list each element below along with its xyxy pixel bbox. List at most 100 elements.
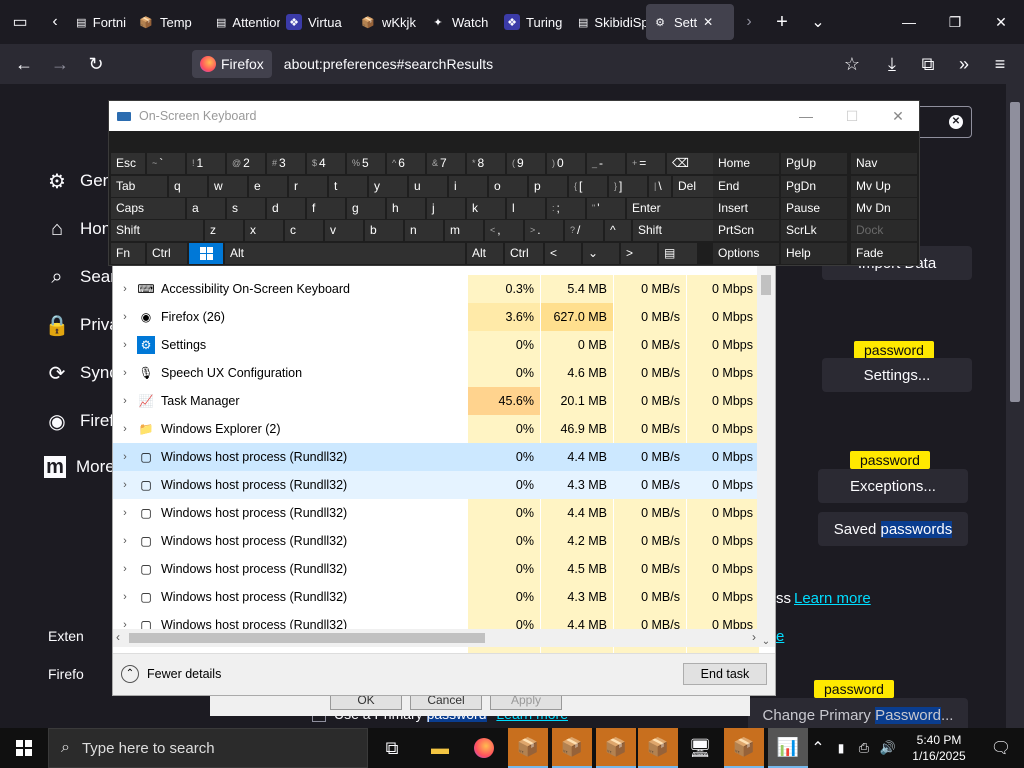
expand-chevron-icon[interactable]: › <box>113 283 137 295</box>
url-bar[interactable]: Firefox about:preferences#searchResults <box>192 48 872 80</box>
osk-key[interactable]: ▤ <box>659 243 697 264</box>
scroll-right-icon[interactable]: › <box>752 630 756 644</box>
extensions-icon[interactable]: ⧉ <box>910 46 946 82</box>
osk-key[interactable]: Del <box>673 176 717 197</box>
downloads-icon[interactable]: ⤓ <box>874 46 910 82</box>
osk-key[interactable]: Caps <box>111 198 185 219</box>
osk-key[interactable]: " ' <box>587 198 625 219</box>
osk-nav-key[interactable]: Options <box>713 243 779 264</box>
expand-chevron-icon[interactable]: › <box>113 339 137 351</box>
tab-7[interactable]: ▤ SkibidiSpo <box>572 4 646 40</box>
osk-key[interactable]: d <box>267 198 305 219</box>
osk-key[interactable]: a <box>187 198 225 219</box>
sidebar-item-2[interactable]: ⌕ Sear <box>44 264 116 290</box>
password-exceptions-button[interactable]: Exceptions... <box>818 469 968 503</box>
system-clock[interactable]: 5:40 PM 1/16/2025 <box>900 732 978 764</box>
osk-nav-key[interactable]: Mv Up <box>851 176 917 197</box>
learn-more-link[interactable]: Learn more <box>794 590 871 607</box>
scroll-down-icon[interactable]: ⌄ <box>757 636 775 647</box>
sidebar-extensions[interactable]: Exten <box>48 628 84 644</box>
osk-key[interactable]: ! 1 <box>187 153 225 174</box>
osk-key[interactable]: ^ 6 <box>387 153 425 174</box>
osk-key[interactable]: (9 <box>507 153 545 174</box>
osk-key[interactable]: Ctrl <box>147 243 187 264</box>
osk-key[interactable]: Esc <box>111 153 145 174</box>
osk-nav-key[interactable]: Pause <box>781 198 847 219</box>
tab-4[interactable]: 📦 wKkjk <box>354 4 424 40</box>
osk-key[interactable]: t <box>329 176 367 197</box>
process-list-vscroll[interactable]: ⌄ <box>757 251 775 647</box>
osk-key[interactable]: o <box>489 176 527 197</box>
osk-key[interactable]: Alt <box>225 243 465 264</box>
osk-nav-key[interactable]: Help <box>781 243 847 264</box>
network-icon[interactable]: ⎙ <box>852 740 876 756</box>
package-app-icon[interactable]: 📦 <box>552 728 592 768</box>
expand-chevron-icon[interactable]: › <box>113 451 137 463</box>
sidebar-item-0[interactable]: ⚙ Gen <box>44 168 112 194</box>
osk-maximize-icon[interactable]: ☐ <box>829 101 875 131</box>
scroll-tabs-left-icon[interactable]: ‹ <box>40 0 70 44</box>
osk-key[interactable]: > <box>621 243 657 264</box>
osk-key[interactable]: >. <box>525 220 563 241</box>
osk-key[interactable]: x <box>245 220 283 241</box>
osk-nav-key[interactable]: PgDn <box>781 176 847 197</box>
expand-chevron-icon[interactable]: › <box>113 507 137 519</box>
usb-device-icon[interactable]: ▮ <box>830 741 852 755</box>
osk-key[interactable]: j <box>427 198 465 219</box>
osk-key[interactable]: z <box>205 220 243 241</box>
osk-nav-key[interactable]: Mv Dn <box>851 198 917 219</box>
osk-key[interactable]: k <box>467 198 505 219</box>
osk-key[interactable]: <, <box>485 220 523 241</box>
osk-nav-key[interactable]: End <box>713 176 779 197</box>
sidebar-item-3[interactable]: 🔒 Priva <box>44 312 119 338</box>
osk-key[interactable]: c <box>285 220 323 241</box>
taskbar-search-box[interactable]: ⌕ Type here to search <box>48 728 368 768</box>
osk-key[interactable]: Ctrl <box>505 243 543 264</box>
table-row[interactable]: › 🎙 Speech UX Configuration 0% 4.6 MB 0 MB/s 0… <box>113 359 759 387</box>
more-tools-icon[interactable]: » <box>946 46 982 82</box>
osk-key[interactable]: n <box>405 220 443 241</box>
task-manager-taskbar-icon[interactable]: 📊 <box>768 728 808 768</box>
learn-more-link-2[interactable]: e <box>776 628 784 645</box>
osk-key[interactable]: Alt <box>467 243 503 264</box>
osk-titlebar[interactable]: On-Screen Keyboard — ☐ ✕ <box>109 101 919 131</box>
tab-1[interactable]: 📦 Temp <box>132 4 210 40</box>
tab-5[interactable]: ✦ Watch <box>424 4 498 40</box>
tab-0[interactable]: ▤ Fortni <box>70 4 132 40</box>
osk-key[interactable]: u <box>409 176 447 197</box>
table-row[interactable]: › ▢ Windows host process (Rundll32) 0% 4.2 M… <box>113 527 759 555</box>
osk-key[interactable]: s <box>227 198 265 219</box>
expand-chevron-icon[interactable]: › <box>113 535 137 547</box>
reload-icon[interactable]: ↻ <box>78 46 114 82</box>
osk-key[interactable]: ~ ` <box>147 153 185 174</box>
show-hidden-icons-chevron[interactable]: ⌃ <box>806 738 830 758</box>
osk-key[interactable]: y <box>369 176 407 197</box>
expand-chevron-icon[interactable]: › <box>113 367 137 379</box>
clear-search-icon[interactable]: ✕ <box>949 115 963 129</box>
tab-2[interactable]: ▤ Attention <box>210 4 280 40</box>
identity-box[interactable]: Firefox <box>192 50 272 78</box>
osk-key[interactable]: {[ <box>569 176 607 197</box>
osk-key[interactable]: Fn <box>111 243 145 264</box>
package-app-icon[interactable]: 📦 <box>596 728 636 768</box>
back-icon[interactable]: ← <box>6 46 42 82</box>
osk-key[interactable]: i <box>449 176 487 197</box>
table-row[interactable]: › 📈 Task Manager 45.6% 20.1 MB 0 MB/s 0 Mbps <box>113 387 759 415</box>
table-row[interactable]: › 📁 Windows Explorer (2) 0% 46.9 MB 0 MB/s 0 M… <box>113 415 759 443</box>
table-row[interactable]: › ▢ Windows host process (Rundll32) 0% 4.5 M… <box>113 555 759 583</box>
process-list-hscroll[interactable]: ‹ › <box>113 629 759 647</box>
volume-icon[interactable]: 🔊 <box>876 740 900 756</box>
scroll-left-icon[interactable]: ‹ <box>116 630 120 644</box>
osk-nav-key[interactable]: PgUp <box>781 153 847 174</box>
package-app-icon[interactable]: 📦 <box>508 728 548 768</box>
close-window-icon[interactable]: ✕ <box>978 0 1024 44</box>
osk-key[interactable]: Tab <box>111 176 167 197</box>
osk-key[interactable]: | \ <box>649 176 671 197</box>
osk-key[interactable]: _ - <box>587 153 625 174</box>
start-button[interactable] <box>0 728 48 768</box>
osk-nav-key[interactable]: Fade <box>851 243 917 264</box>
osk-key[interactable]: p <box>529 176 567 197</box>
sidebar-item-6[interactable]: m More <box>44 456 115 478</box>
osk-key[interactable]: ⌄ <box>583 243 619 264</box>
osk-nav-key[interactable]: Insert <box>713 198 779 219</box>
